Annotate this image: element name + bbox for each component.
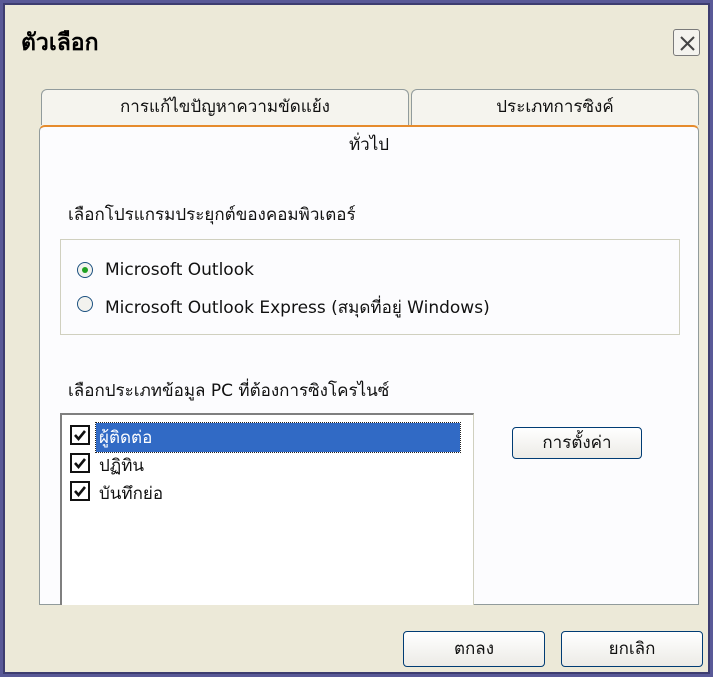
- cancel-button[interactable]: ยกเลิก: [561, 631, 703, 667]
- tab-general[interactable]: ทั่วไป: [39, 125, 699, 163]
- ok-button[interactable]: ตกลง: [403, 631, 545, 667]
- list-item-label: ปฏิทิน: [99, 456, 145, 476]
- dialog-frame: ตัวเลือก การแก้ไขปัญหาความขัดแย้ง ประเภท…: [3, 3, 710, 674]
- dialog-title: ตัวเลือก: [21, 30, 99, 56]
- radio-label: Microsoft Outlook Express (สมุดที่อยู่ W…: [105, 298, 490, 318]
- options-dialog: ตัวเลือก การแก้ไขปัญหาความขัดแย้ง ประเภท…: [0, 0, 713, 677]
- tab-strip: การแก้ไขปัญหาความขัดแย้ง ประเภทการซิงค์ …: [39, 85, 699, 163]
- radio-button-unchecked[interactable]: [77, 296, 93, 312]
- general-tab-panel: เลือกโปรแกรมประยุกต์ของคอมพิวเตอร์ Micro…: [39, 159, 699, 605]
- program-radio-group: Microsoft Outlook Microsoft Outlook Expr…: [60, 239, 680, 335]
- radio-button-checked[interactable]: [77, 262, 93, 278]
- checkmark-icon: [74, 486, 87, 498]
- checkbox-checked[interactable]: [70, 453, 90, 473]
- title-bar[interactable]: ตัวเลือก: [5, 5, 708, 75]
- checkbox-checked[interactable]: [70, 481, 90, 501]
- close-icon: [680, 36, 695, 51]
- checkmark-icon: [74, 430, 87, 442]
- program-section-label: เลือกโปรแกรมประยุกต์ของคอมพิวเตอร์: [68, 205, 356, 225]
- close-button[interactable]: [673, 29, 700, 56]
- radio-label: Microsoft Outlook: [105, 260, 254, 280]
- checkmark-icon: [74, 458, 87, 470]
- datatype-section-label: เลือกประเภทข้อมูล PC ที่ต้องการซิงโครไนซ…: [68, 381, 390, 401]
- list-item-label: ผู้ติดต่อ: [95, 422, 461, 453]
- data-type-list[interactable]: ผู้ติดต่อ ปฏิทิน บันทึกย่อ: [60, 413, 474, 605]
- tab-sync-type[interactable]: ประเภทการซิงค์: [411, 89, 699, 125]
- settings-button[interactable]: การตั้งค่า: [512, 427, 642, 459]
- list-item-label: บันทึกย่อ: [99, 484, 164, 504]
- checkbox-checked[interactable]: [70, 425, 90, 445]
- tab-conflict-resolution[interactable]: การแก้ไขปัญหาความขัดแย้ง: [41, 89, 409, 125]
